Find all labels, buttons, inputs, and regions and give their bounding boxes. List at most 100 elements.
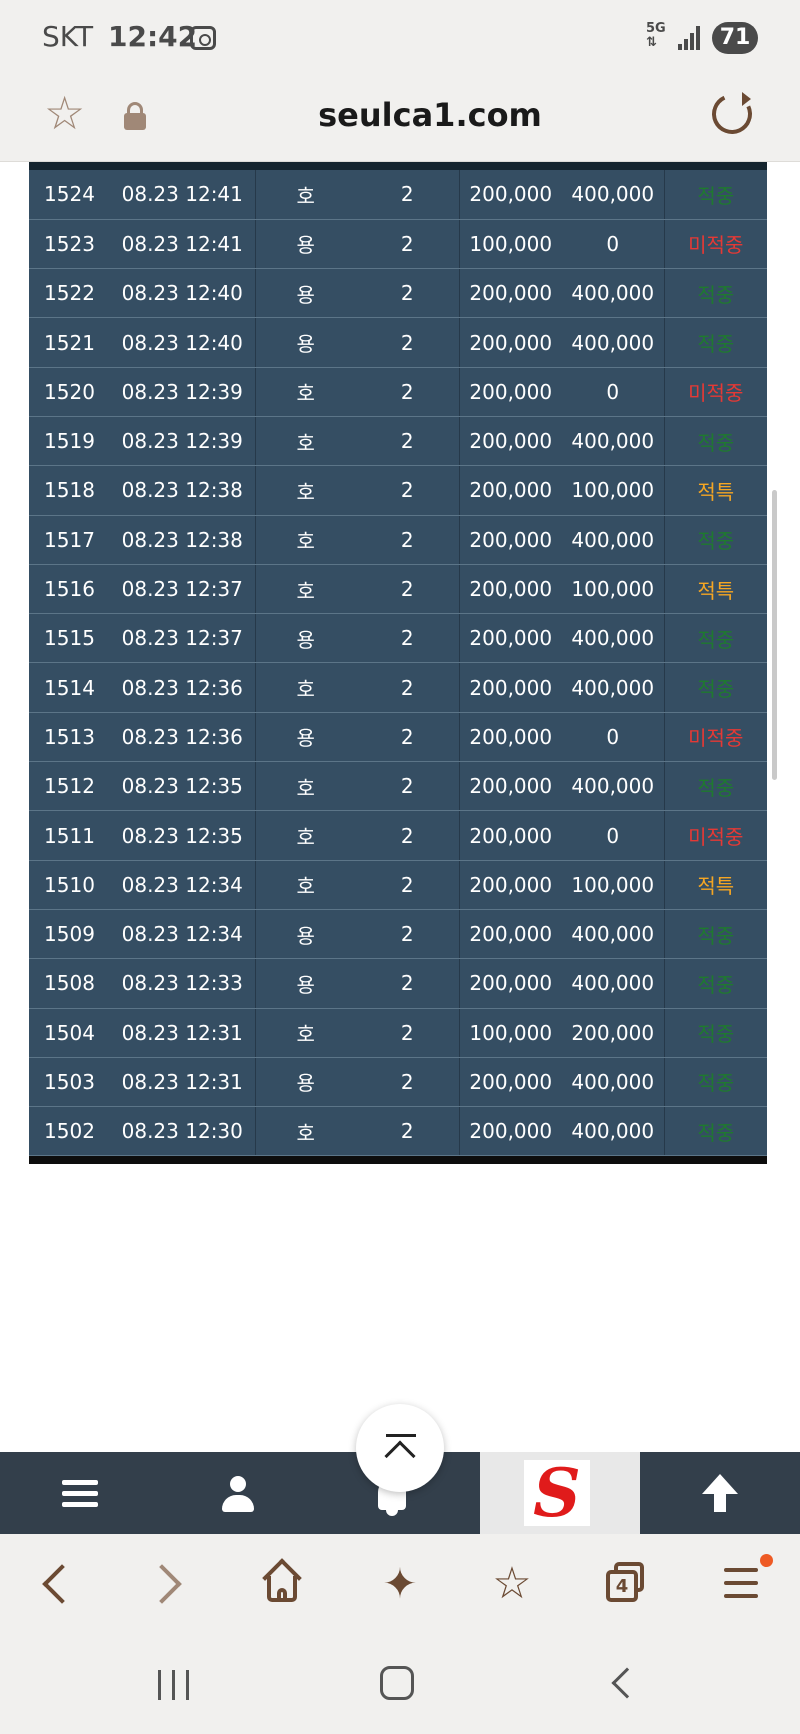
cell-bet-amount: 200,000 [459, 268, 562, 319]
cell-odds: 2 [356, 416, 460, 467]
cell-pick: 용 [255, 219, 356, 270]
cell-bet-amount: 200,000 [459, 564, 562, 615]
cell-status: 적중 [664, 958, 767, 1009]
cell-bet-amount: 200,000 [459, 712, 562, 763]
cell-odds: 2 [356, 860, 460, 910]
cell-pick: 용 [255, 268, 356, 319]
back-icon[interactable] [26, 1556, 82, 1612]
tabs-icon[interactable]: 4 [598, 1556, 654, 1612]
home-icon[interactable] [258, 1556, 314, 1612]
cell-odds: 2 [356, 613, 460, 664]
cell-odds: 2 [356, 268, 460, 319]
cell-status: 적중 [664, 909, 767, 960]
cell-odds: 2 [356, 958, 460, 1009]
user-icon[interactable] [222, 1476, 254, 1512]
cell-time: 08.23 12:35 [110, 761, 256, 812]
cell-pick: 용 [255, 317, 356, 368]
cell-odds: 2 [356, 564, 460, 615]
cell-odds: 2 [356, 761, 460, 812]
cell-odds: 2 [356, 810, 460, 861]
table-row: 1508 08.23 12:33 용 2 200,000 400,000 적중 [29, 958, 767, 1009]
table-row: 1522 08.23 12:40 용 2 200,000 400,000 적중 [29, 268, 767, 319]
cell-bet-amount: 200,000 [459, 317, 562, 368]
cell-status: 적특 [664, 465, 767, 516]
cell-bet-amount: 200,000 [459, 662, 562, 713]
cell-round-no: 1516 [29, 564, 110, 615]
favorites-list-icon[interactable]: ☆ [484, 1556, 540, 1612]
cell-status: 미적중 [664, 810, 767, 861]
cell-round-no: 1524 [29, 170, 110, 220]
table-row: 1504 08.23 12:31 호 2 100,000 200,000 적중 [29, 1008, 767, 1058]
cell-round-no: 1510 [29, 860, 110, 910]
table-row: 1518 08.23 12:38 호 2 200,000 100,000 적특 [29, 465, 767, 516]
cell-bet-amount: 200,000 [459, 909, 562, 960]
cell-time: 08.23 12:40 [110, 317, 256, 368]
cell-payout: 400,000 [562, 761, 665, 812]
cell-round-no: 1518 [29, 465, 110, 516]
recents-icon[interactable] [158, 1670, 192, 1700]
cell-time: 08.23 12:40 [110, 268, 256, 319]
up-arrow-icon[interactable] [700, 1474, 740, 1514]
url-text[interactable]: seulca1.com [0, 96, 800, 134]
cell-odds: 2 [356, 1057, 460, 1108]
cell-round-no: 1508 [29, 958, 110, 1009]
cell-time: 08.23 12:31 [110, 1057, 256, 1108]
scroll-top-bar [386, 1434, 416, 1437]
cell-pick: 호 [255, 761, 356, 812]
cell-payout: 0 [562, 810, 665, 861]
cell-round-no: 1504 [29, 1008, 110, 1058]
cell-payout: 400,000 [562, 613, 665, 664]
cell-round-no: 1514 [29, 662, 110, 713]
cell-odds: 2 [356, 465, 460, 516]
cell-pick: 호 [255, 564, 356, 615]
cell-time: 08.23 12:34 [110, 909, 256, 960]
cell-round-no: 1511 [29, 810, 110, 861]
url-bar: ☆ seulca1.com [0, 78, 800, 162]
cell-bet-amount: 200,000 [459, 170, 562, 220]
cell-pick: 호 [255, 515, 356, 565]
cell-bet-amount: 200,000 [459, 465, 562, 516]
table-row: 1524 08.23 12:41 호 2 200,000 400,000 적중 [29, 170, 767, 220]
site-logo[interactable]: S [524, 1460, 590, 1526]
cell-payout: 400,000 [562, 170, 665, 220]
bet-history-table: 1524 08.23 12:41 호 2 200,000 400,000 적중 1523 08.… [29, 162, 767, 1165]
cell-time: 08.23 12:33 [110, 958, 256, 1009]
signal-icon [678, 26, 702, 50]
scrollbar[interactable] [772, 490, 777, 780]
sparkle-icon[interactable]: ✦ [372, 1556, 428, 1612]
table-row: 1510 08.23 12:34 호 2 200,000 100,000 적특 [29, 860, 767, 910]
cell-odds: 2 [356, 712, 460, 763]
cell-time: 08.23 12:31 [110, 1008, 256, 1058]
cell-payout: 400,000 [562, 515, 665, 565]
cell-time: 08.23 12:41 [110, 170, 256, 220]
cell-round-no: 1517 [29, 515, 110, 565]
table-row: 1503 08.23 12:31 용 2 200,000 400,000 적중 [29, 1057, 767, 1108]
cell-status: 적중 [664, 1008, 767, 1058]
chevron-up-icon [384, 1440, 416, 1472]
cell-pick: 호 [255, 367, 356, 417]
table-row: 1512 08.23 12:35 호 2 200,000 400,000 적중 [29, 761, 767, 812]
cell-payout: 400,000 [562, 662, 665, 713]
cell-odds: 2 [356, 219, 460, 270]
cell-odds: 2 [356, 1008, 460, 1058]
browser-menu-icon[interactable] [712, 1556, 768, 1612]
cell-pick: 용 [255, 958, 356, 1009]
status-bar: SKT 12:42 5G ⇅ 71 [0, 0, 800, 78]
cell-time: 08.23 12:36 [110, 662, 256, 713]
table-row: 1516 08.23 12:37 호 2 200,000 100,000 적특 [29, 564, 767, 615]
forward-icon[interactable] [144, 1556, 200, 1612]
cell-time: 08.23 12:35 [110, 810, 256, 861]
cell-time: 08.23 12:36 [110, 712, 256, 763]
cell-payout: 400,000 [562, 1057, 665, 1108]
scroll-top-button[interactable] [356, 1404, 444, 1492]
table-row: 1515 08.23 12:37 용 2 200,000 400,000 적중 [29, 613, 767, 664]
cell-round-no: 1523 [29, 219, 110, 270]
cell-payout: 0 [562, 712, 665, 763]
menu-icon[interactable] [62, 1480, 98, 1508]
cell-bet-amount: 200,000 [459, 613, 562, 664]
system-home-icon[interactable] [380, 1666, 414, 1700]
cell-round-no: 1522 [29, 268, 110, 319]
system-back-icon[interactable] [611, 1667, 643, 1699]
cell-status: 적중 [664, 613, 767, 664]
cell-payout: 400,000 [562, 317, 665, 368]
